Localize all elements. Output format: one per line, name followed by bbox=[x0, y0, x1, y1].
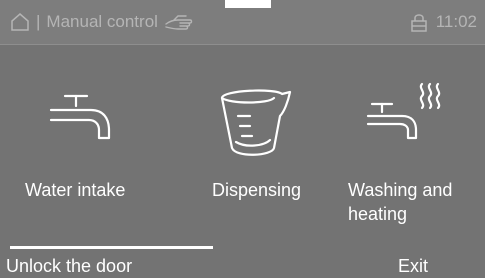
lock-icon bbox=[410, 14, 427, 32]
hand-touch-icon bbox=[165, 15, 193, 30]
tile-dispensing-label: Dispensing bbox=[212, 180, 302, 200]
breadcrumb-separator: | bbox=[36, 12, 41, 31]
status-bar-right: 11:02 bbox=[410, 10, 477, 34]
home-icon[interactable] bbox=[10, 12, 30, 32]
clock-time: 11:02 bbox=[435, 12, 477, 31]
tile-water-intake-label: Water intake bbox=[25, 180, 126, 200]
bottom-focus-indicator bbox=[10, 246, 213, 249]
page-title: Manual control bbox=[46, 12, 158, 31]
exit-button[interactable]: Exit bbox=[398, 256, 428, 277]
tile-washing-and-heating-label: Washing and heating bbox=[348, 180, 453, 224]
tile-water-intake[interactable]: Water intake bbox=[25, 78, 175, 238]
tap-with-steam-icon bbox=[366, 82, 441, 140]
manual-control-screen: | Manual control 11:02 Water intake Disp… bbox=[0, 0, 485, 278]
status-bar-left: | Manual control bbox=[10, 10, 194, 34]
water-tap-icon bbox=[49, 94, 111, 140]
top-notch bbox=[225, 0, 271, 8]
bottom-bar: Unlock the door Exit bbox=[0, 246, 485, 278]
tile-washing-and-heating[interactable]: Washing and heating bbox=[348, 78, 485, 238]
tile-dispensing[interactable]: Dispensing bbox=[212, 78, 362, 238]
measuring-jug-icon bbox=[220, 89, 292, 156]
unlock-door-button[interactable]: Unlock the door bbox=[6, 256, 132, 277]
